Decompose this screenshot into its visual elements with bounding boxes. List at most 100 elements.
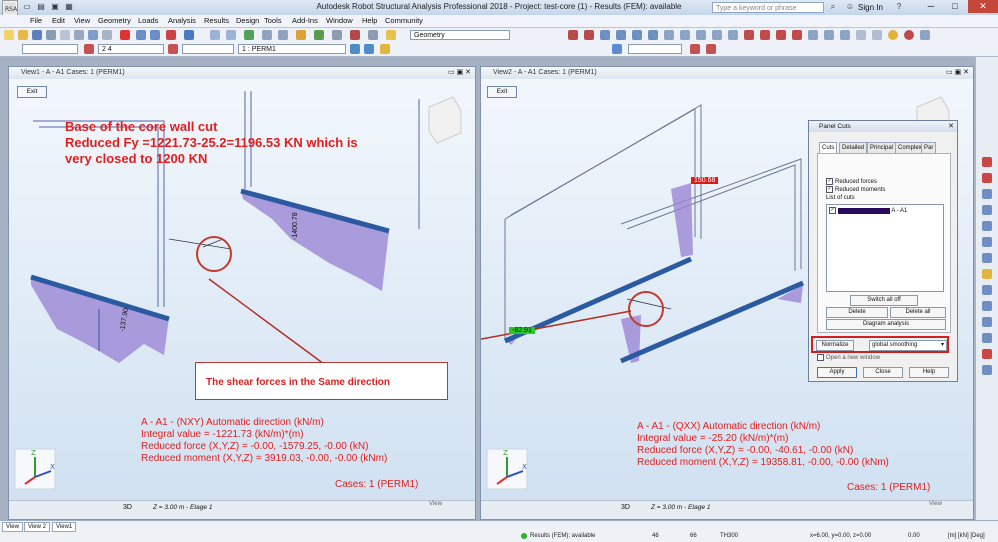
menu-design[interactable]: Design <box>236 16 259 25</box>
filter-icon[interactable] <box>690 44 700 54</box>
view-xz-icon[interactable] <box>616 30 626 40</box>
layout-icon[interactable] <box>386 30 396 40</box>
status-section[interactable]: TH300 <box>720 533 738 539</box>
open-new-window-checkbox[interactable]: Open a new window <box>817 354 880 361</box>
select-icon[interactable] <box>568 30 578 40</box>
side-tool-9-icon[interactable] <box>982 285 992 295</box>
view1-mode[interactable]: 3D <box>123 504 132 511</box>
node-selection-input[interactable]: 2 4 <box>98 44 164 54</box>
menu-analysis[interactable]: Analysis <box>168 16 196 25</box>
status-n2[interactable]: 66 <box>690 533 697 539</box>
view-xy-icon[interactable] <box>648 30 658 40</box>
redraw-icon[interactable] <box>664 30 674 40</box>
select-window-icon[interactable] <box>584 30 594 40</box>
redo-icon[interactable] <box>150 30 160 40</box>
close-button[interactable]: ✕ <box>968 0 998 13</box>
close-dialog-button[interactable]: Close <box>863 367 903 378</box>
display-params-icon[interactable] <box>856 30 866 40</box>
stop-icon[interactable] <box>166 30 176 40</box>
side-tool-3-icon[interactable] <box>982 189 992 199</box>
menu-loads[interactable]: Loads <box>138 16 158 25</box>
rotate-x-icon[interactable] <box>760 30 770 40</box>
light-icon[interactable] <box>888 30 898 40</box>
calculate-icon[interactable] <box>184 30 194 40</box>
case-list-icon[interactable] <box>380 44 390 54</box>
switch-all-off-button[interactable]: Switch all off <box>850 295 918 306</box>
bar-selection-input[interactable] <box>182 44 234 54</box>
walk-icon[interactable] <box>824 30 834 40</box>
status-units[interactable]: [m] [kN] [Deg] <box>948 533 985 539</box>
previous-case-icon[interactable] <box>350 44 360 54</box>
minimize-button[interactable]: ─ <box>920 0 942 13</box>
menu-tools[interactable]: Tools <box>264 16 282 25</box>
preview-icon[interactable] <box>60 30 70 40</box>
maximize-button[interactable]: □ <box>944 0 966 13</box>
view1-window-controls-icon[interactable]: ▭ ▣ ✕ <box>448 68 471 76</box>
zoom-out-icon[interactable] <box>728 30 738 40</box>
view1-view-label[interactable]: View <box>429 501 442 507</box>
delete-icon[interactable] <box>120 30 130 40</box>
view1-storey[interactable]: Z = 3.00 m - Etage 1 <box>153 504 212 511</box>
load-icon[interactable] <box>350 30 360 40</box>
side-tool-6-icon[interactable] <box>982 237 992 247</box>
delete-button[interactable]: Delete <box>826 307 888 318</box>
structure-icon[interactable] <box>244 30 254 40</box>
menu-help[interactable]: Help <box>362 16 377 25</box>
side-tool-2-icon[interactable] <box>982 173 992 183</box>
save-file-icon[interactable] <box>32 30 42 40</box>
side-tool-5-icon[interactable] <box>982 221 992 231</box>
cuts-list[interactable]: ✓ A - A1 <box>826 204 944 292</box>
zoom-icon[interactable] <box>262 30 272 40</box>
undo-icon[interactable] <box>136 30 146 40</box>
pan-icon[interactable] <box>278 30 288 40</box>
zoom-window-icon[interactable] <box>696 30 706 40</box>
bottom-tab-view[interactable]: View <box>2 522 23 532</box>
print-icon[interactable] <box>46 30 56 40</box>
view2-window-controls-icon[interactable]: ▭ ▣ ✕ <box>946 68 969 76</box>
bar-icon[interactable] <box>168 44 178 54</box>
open-file-icon[interactable] <box>18 30 28 40</box>
menu-file[interactable]: File <box>30 16 42 25</box>
cut-icon[interactable] <box>74 30 84 40</box>
search-icon[interactable]: ⌕ <box>826 1 840 13</box>
copy-icon[interactable] <box>88 30 98 40</box>
section-icon[interactable] <box>296 30 306 40</box>
node-icon[interactable] <box>84 44 94 54</box>
menu-geometry[interactable]: Geometry <box>98 16 131 25</box>
reduced-moments-checkbox[interactable]: ✓ Reduced moments <box>826 186 885 193</box>
properties-icon[interactable] <box>872 30 882 40</box>
cut-list-item[interactable]: ✓ A - A1 <box>829 207 907 214</box>
side-tool-1-icon[interactable] <box>982 157 992 167</box>
fly-icon[interactable] <box>840 30 850 40</box>
side-tool-8-icon[interactable] <box>982 269 992 279</box>
filter-off-icon[interactable] <box>706 44 716 54</box>
table-icon[interactable] <box>210 30 220 40</box>
side-tool-12-icon[interactable] <box>982 333 992 343</box>
side-tool-10-icon[interactable] <box>982 301 992 311</box>
bottom-tab-view1[interactable]: View1 <box>52 522 77 532</box>
view2-mode[interactable]: 3D <box>621 504 630 511</box>
rotate-z-icon[interactable] <box>792 30 802 40</box>
menu-edit[interactable]: Edit <box>52 16 65 25</box>
status-n1[interactable]: 46 <box>652 533 659 539</box>
storey-combo[interactable] <box>628 44 682 54</box>
user-icon[interactable]: ☺ <box>843 1 857 13</box>
apply-button[interactable]: Apply <box>817 367 857 378</box>
zoom-in-icon[interactable] <box>712 30 722 40</box>
case-combo[interactable]: 1 : PERM1 <box>238 44 346 54</box>
menu-community[interactable]: Community <box>385 16 423 25</box>
side-tool-14-icon[interactable] <box>982 365 992 375</box>
view1-window[interactable]: View1 - A - A1 Cases: 1 (PERM1) ▭ ▣ ✕ Ex… <box>8 66 476 520</box>
new-file-icon[interactable] <box>4 30 14 40</box>
menu-add-ins[interactable]: Add-Ins <box>292 16 318 25</box>
rotate-y-icon[interactable] <box>776 30 786 40</box>
view-yz-icon[interactable] <box>632 30 642 40</box>
panel-cuts-dialog[interactable]: Panel Cuts ✕ Cuts Detailed Principal Com… <box>808 120 958 382</box>
view2-storey[interactable]: Z = 3.00 m - Etage 1 <box>651 504 710 511</box>
smoothing-select[interactable]: global smoothing ▾ <box>869 340 947 351</box>
side-tool-7-icon[interactable] <box>982 253 992 263</box>
layout-combo[interactable]: Geometry <box>410 30 510 40</box>
paste-icon[interactable] <box>102 30 112 40</box>
rotate-icon[interactable] <box>744 30 754 40</box>
delete-all-button[interactable]: Delete all <box>890 307 946 318</box>
